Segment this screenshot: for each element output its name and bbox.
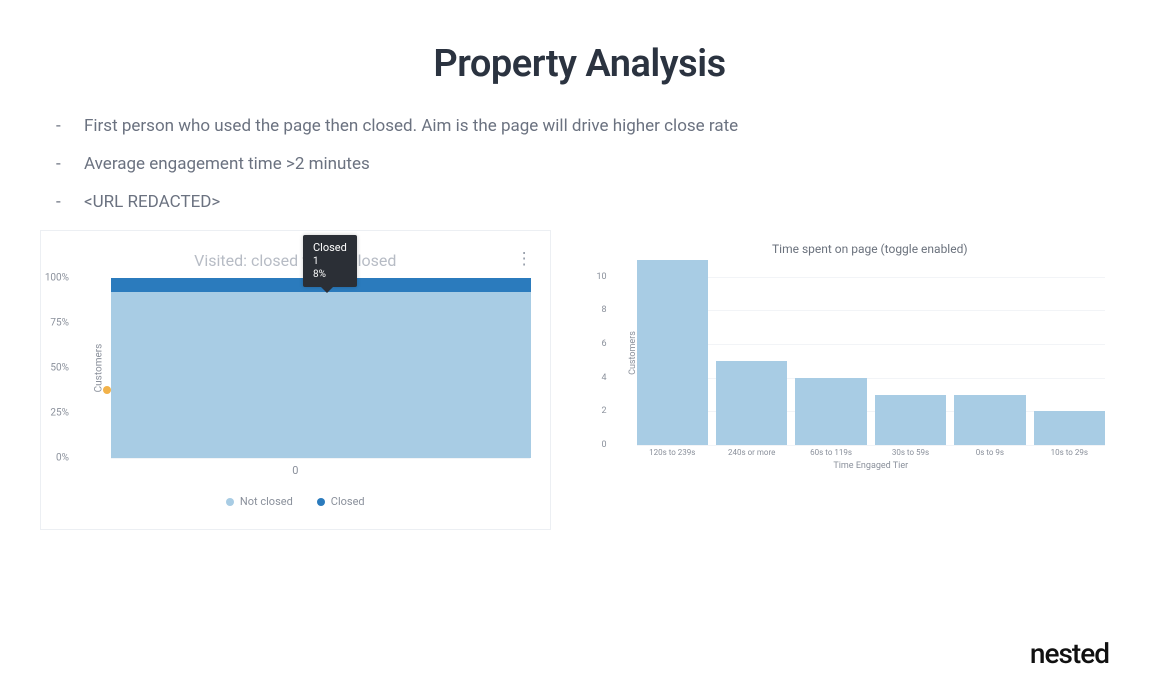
x-tick-label: 0	[61, 464, 530, 477]
x-tick-label: 240s or more	[716, 448, 787, 457]
bar	[1034, 411, 1105, 445]
bar	[637, 260, 708, 445]
tooltip-percent: 8%	[313, 268, 347, 281]
bar	[954, 395, 1025, 445]
bullet-item: - Average engagement time >2 minutes	[56, 154, 1159, 174]
y-tick-label: 10	[596, 272, 606, 282]
chart-visited-closed: Visited: closed vs not closed ⋮ Closed 1…	[40, 230, 551, 530]
legend-swatch	[226, 498, 234, 506]
y-tick-label: 25%	[50, 408, 69, 419]
bullet-text: First person who used the page then clos…	[84, 116, 738, 136]
y-tick-label: 8	[602, 305, 607, 315]
chart-legend: Not closed Closed	[61, 495, 530, 508]
y-axis-label: Customers	[94, 344, 105, 393]
page-title: Property Analysis	[0, 42, 1159, 86]
bullet-dash: -	[56, 192, 84, 212]
y-tick-label: 100%	[45, 273, 69, 284]
bullet-text: Average engagement time >2 minutes	[84, 154, 370, 174]
bullet-dash: -	[56, 116, 84, 136]
y-tick-label: 0	[602, 440, 607, 450]
chart-tooltip: Closed 1 8%	[303, 235, 357, 287]
bullet-text: <URL REDACTED>	[84, 192, 220, 212]
chart-time-spent: Time spent on page (toggle enabled) Cust…	[581, 230, 1119, 470]
x-tick-label: 30s to 59s	[875, 448, 946, 457]
legend-label: Not closed	[240, 495, 293, 508]
bar	[716, 361, 787, 445]
legend-label: Closed	[331, 495, 365, 508]
y-tick-label: 75%	[50, 318, 69, 329]
bullet-item: - First person who used the page then cl…	[56, 116, 1159, 136]
tooltip-count: 1	[313, 255, 347, 268]
bar-segment-not-closed	[111, 292, 531, 458]
legend-item-not-closed: Not closed	[226, 495, 293, 508]
y-tick-label: 0%	[56, 453, 69, 464]
y-tick-label: 6	[602, 339, 607, 349]
chart-title: Time spent on page (toggle enabled)	[635, 242, 1105, 256]
x-tick-label: 10s to 29s	[1034, 448, 1105, 457]
bar	[875, 395, 946, 445]
bullet-item: - <URL REDACTED>	[56, 192, 1159, 212]
legend-swatch	[317, 498, 325, 506]
chart-plot-area: Customers 0%25%50%75%100%	[111, 278, 530, 458]
tooltip-series: Closed	[313, 241, 347, 255]
x-tick-label: 120s to 239s	[637, 448, 708, 457]
x-tick-label: 0s to 9s	[954, 448, 1025, 457]
x-tick-label: 60s to 119s	[795, 448, 866, 457]
chart-plot-area: Customers 0246810	[637, 260, 1105, 445]
kebab-menu-icon[interactable]: ⋮	[516, 249, 532, 269]
bullet-list: - First person who used the page then cl…	[56, 116, 1159, 212]
bullet-dash: -	[56, 154, 84, 174]
bar	[795, 378, 866, 445]
y-tick-label: 4	[602, 373, 607, 383]
stacked-bar	[111, 278, 531, 458]
y-tick-label: 50%	[50, 363, 69, 374]
chart-title: Visited: closed vs not closed	[61, 251, 530, 270]
x-axis-label: Time Engaged Tier	[637, 461, 1105, 471]
legend-item-closed: Closed	[317, 495, 365, 508]
y-tick-label: 2	[602, 406, 607, 416]
brand-logo: nested	[1030, 637, 1109, 670]
